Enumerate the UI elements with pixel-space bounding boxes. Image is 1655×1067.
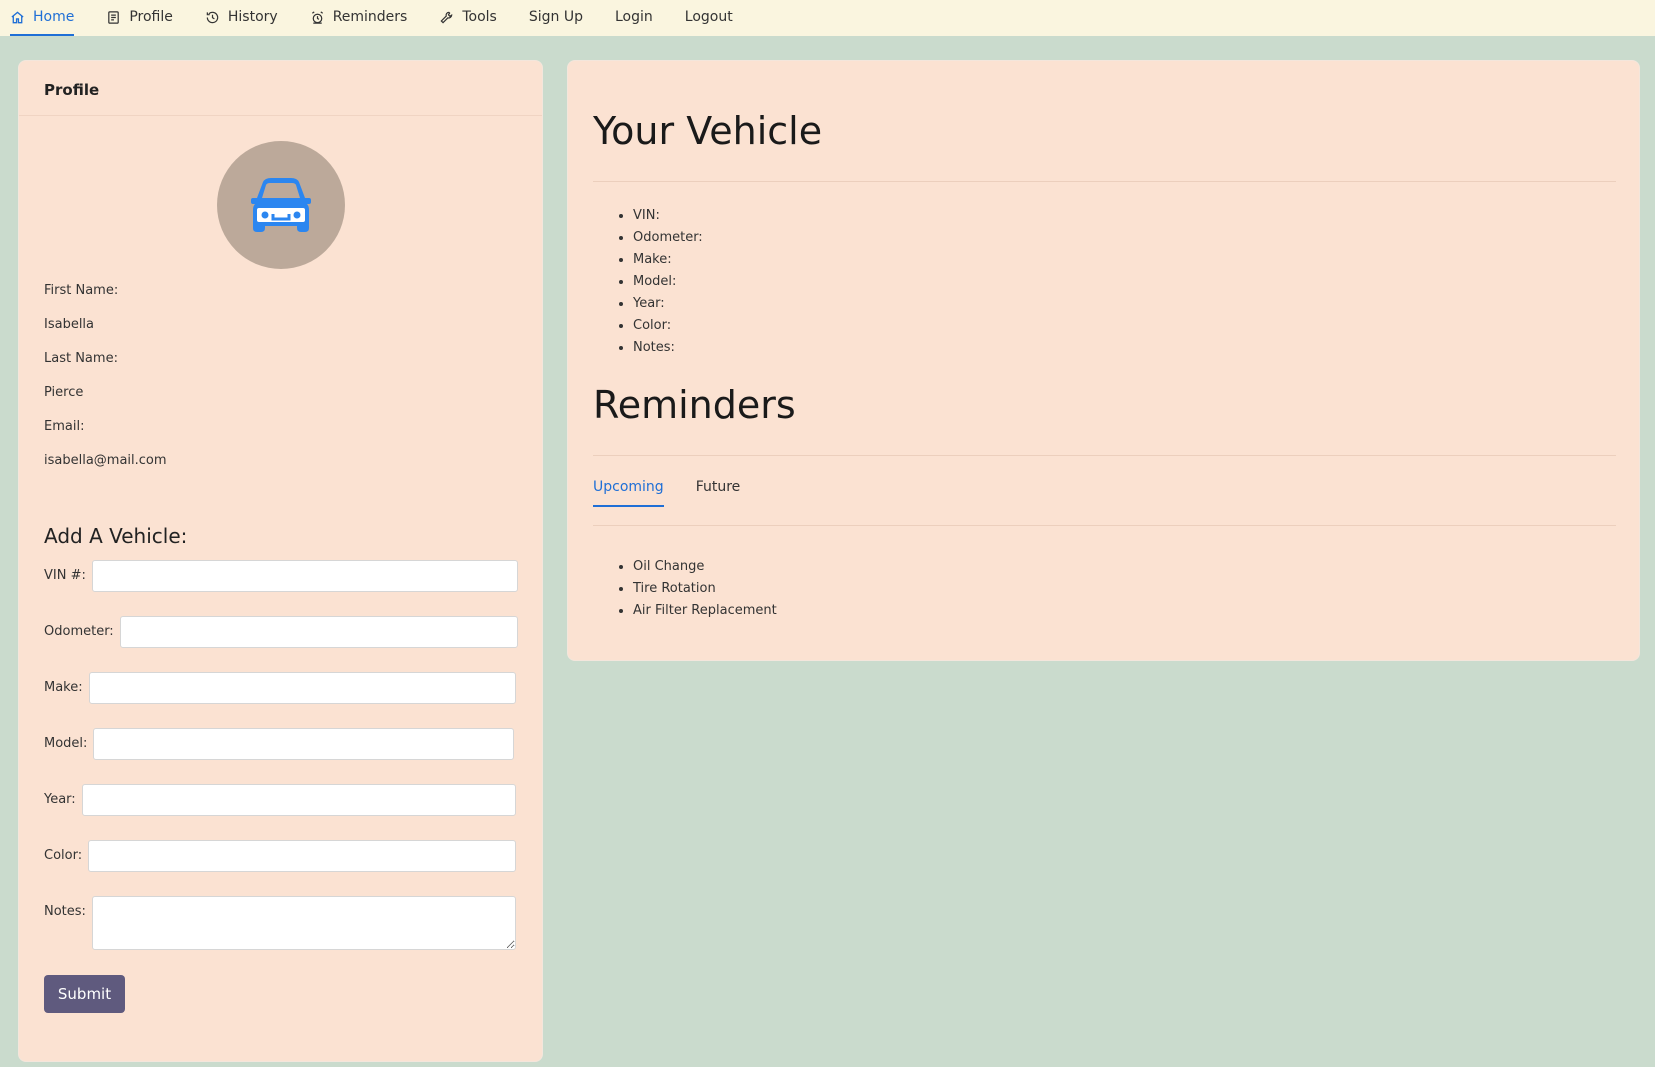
first-name-value: Isabella bbox=[44, 317, 95, 332]
email-label: Email: bbox=[44, 419, 85, 434]
last-name-label: Last Name: bbox=[44, 351, 118, 366]
tab-upcoming[interactable]: Upcoming bbox=[593, 479, 664, 507]
year-row: Year: bbox=[44, 784, 516, 816]
nav-history[interactable]: History bbox=[205, 0, 278, 34]
vehicle-card: Your Vehicle VIN: Odometer: Make: Model:… bbox=[567, 60, 1640, 661]
model-label: Model: bbox=[44, 736, 88, 751]
vin-row: VIN #: bbox=[44, 560, 518, 592]
nav-signup-label: Sign Up bbox=[528, 9, 583, 25]
model-row: Model: bbox=[44, 728, 515, 760]
odometer-input[interactable] bbox=[119, 616, 518, 648]
tab-future[interactable]: Future bbox=[696, 479, 741, 507]
reminder-item: Oil Change bbox=[633, 556, 777, 578]
wrench-icon bbox=[440, 11, 453, 24]
odometer-row: Odometer: bbox=[44, 616, 518, 648]
reminder-tabs: Upcoming Future bbox=[593, 479, 740, 507]
vehicle-detail-color: Color: bbox=[633, 315, 703, 337]
nav-home[interactable]: Home bbox=[10, 0, 75, 36]
reminders-list: Oil Change Tire Rotation Air Filter Repl… bbox=[633, 556, 777, 622]
vehicle-detail-odometer: Odometer: bbox=[633, 227, 703, 249]
make-label: Make: bbox=[44, 680, 83, 695]
vehicle-detail-model: Model: bbox=[633, 271, 703, 293]
profile-icon bbox=[108, 10, 120, 24]
nav-profile-label: Profile bbox=[129, 9, 173, 25]
nav-tools[interactable]: Tools bbox=[439, 0, 497, 34]
vin-input[interactable] bbox=[91, 560, 518, 592]
nav-tools-label: Tools bbox=[462, 9, 497, 25]
make-input[interactable] bbox=[88, 672, 516, 704]
profile-card: Profile First Name: Isabella Last Name: … bbox=[18, 60, 543, 1062]
nav-logout[interactable]: Logout bbox=[685, 0, 733, 34]
divider bbox=[593, 181, 1616, 182]
nav-login[interactable]: Login bbox=[615, 0, 653, 34]
nav-reminders-label: Reminders bbox=[332, 9, 408, 25]
car-icon bbox=[251, 178, 311, 232]
avatar bbox=[217, 141, 345, 269]
nav-login-label: Login bbox=[614, 9, 653, 25]
history-icon bbox=[206, 11, 219, 23]
profile-card-title: Profile bbox=[19, 61, 542, 116]
alarm-icon bbox=[311, 10, 323, 24]
vehicle-details-list: VIN: Odometer: Make: Model: Year: Color:… bbox=[633, 205, 703, 359]
email-value: isabella@mail.com bbox=[44, 453, 167, 468]
color-input[interactable] bbox=[88, 840, 517, 872]
model-input[interactable] bbox=[93, 728, 515, 760]
vehicle-detail-year: Year: bbox=[633, 293, 703, 315]
reminder-item: Air Filter Replacement bbox=[633, 600, 777, 622]
vehicle-detail-make: Make: bbox=[633, 249, 703, 271]
submit-button[interactable]: Submit bbox=[44, 975, 125, 1013]
tabs-divider bbox=[593, 525, 1616, 526]
reminder-item: Tire Rotation bbox=[633, 578, 777, 600]
color-label: Color: bbox=[44, 848, 83, 863]
odometer-label: Odometer: bbox=[44, 624, 114, 639]
home-icon bbox=[11, 10, 24, 23]
make-row: Make: bbox=[44, 672, 516, 704]
notes-label: Notes: bbox=[44, 904, 86, 919]
nav-signup[interactable]: Sign Up bbox=[529, 0, 583, 34]
reminders-title: Reminders bbox=[593, 383, 796, 427]
first-name-label: First Name: bbox=[44, 283, 119, 298]
nav-home-label: Home bbox=[33, 9, 75, 25]
nav-profile[interactable]: Profile bbox=[106, 0, 173, 34]
your-vehicle-title: Your Vehicle bbox=[593, 109, 823, 153]
last-name-value: Pierce bbox=[44, 385, 84, 400]
vehicle-detail-vin: VIN: bbox=[633, 205, 703, 227]
divider bbox=[593, 455, 1616, 456]
nav-logout-label: Logout bbox=[684, 9, 733, 25]
year-input[interactable] bbox=[81, 784, 516, 816]
vehicle-detail-notes: Notes: bbox=[633, 337, 703, 359]
nav-history-label: History bbox=[227, 9, 278, 25]
top-navbar: Home Profile History Reminders Tools Sig… bbox=[0, 0, 1655, 36]
nav-reminders[interactable]: Reminders bbox=[310, 0, 408, 34]
notes-textarea[interactable] bbox=[91, 896, 516, 950]
year-label: Year: bbox=[44, 792, 76, 807]
add-vehicle-title: Add A Vehicle: bbox=[44, 524, 188, 548]
color-row: Color: bbox=[44, 840, 517, 872]
notes-row: Notes: bbox=[44, 896, 516, 950]
vin-label: VIN #: bbox=[44, 568, 86, 583]
